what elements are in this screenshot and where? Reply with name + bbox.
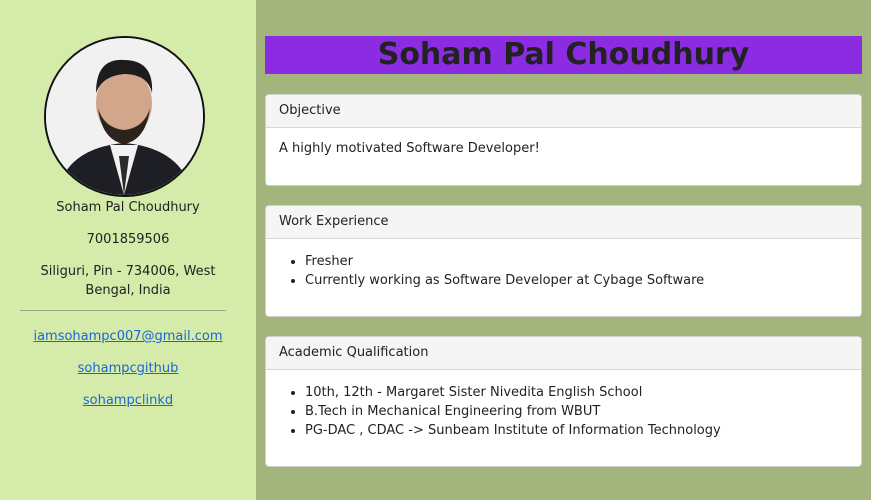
page-title: Soham Pal Choudhury [265, 36, 862, 74]
academic-qualification-list: 10th, 12th - Margaret Sister Nivedita En… [279, 383, 848, 440]
sidebar-divider [20, 310, 226, 311]
profile-photo [46, 38, 203, 195]
github-link[interactable]: sohampcgithub [0, 361, 256, 376]
work-experience-card: Work Experience Fresher Currently workin… [265, 205, 862, 317]
work-experience-heading: Work Experience [266, 206, 861, 239]
academic-qualification-body: 10th, 12th - Margaret Sister Nivedita En… [266, 370, 861, 453]
academic-qualification-card: Academic Qualification 10th, 12th - Marg… [265, 336, 862, 467]
sidebar: Soham Pal Choudhury 7001859506 Siliguri,… [0, 0, 256, 500]
list-item: B.Tech in Mechanical Engineering from WB… [305, 402, 848, 421]
objective-heading: Objective [266, 95, 861, 128]
email-link[interactable]: iamsohampc007@gmail.com [0, 329, 256, 344]
objective-text: A highly motivated Software Developer! [279, 141, 540, 156]
linkedin-link[interactable]: sohampclinkd [0, 393, 256, 408]
list-item: Currently working as Software Developer … [305, 271, 848, 290]
page: Soham Pal Choudhury 7001859506 Siliguri,… [0, 0, 871, 500]
list-item: 10th, 12th - Margaret Sister Nivedita En… [305, 383, 848, 402]
objective-card: Objective A highly motivated Software De… [265, 94, 862, 186]
main-content: Soham Pal Choudhury Objective A highly m… [256, 0, 871, 500]
sidebar-name: Soham Pal Choudhury [56, 200, 200, 215]
work-experience-list: Fresher Currently working as Software De… [279, 252, 848, 290]
sidebar-phone: 7001859506 [86, 232, 170, 247]
academic-qualification-heading: Academic Qualification [266, 337, 861, 370]
work-experience-body: Fresher Currently working as Software De… [266, 239, 861, 303]
list-item: Fresher [305, 252, 848, 271]
list-item: PG-DAC , CDAC -> Sunbeam Institute of In… [305, 421, 848, 440]
avatar [44, 36, 205, 197]
sidebar-address: Siliguri, Pin - 734006, West Bengal, Ind… [40, 264, 216, 298]
